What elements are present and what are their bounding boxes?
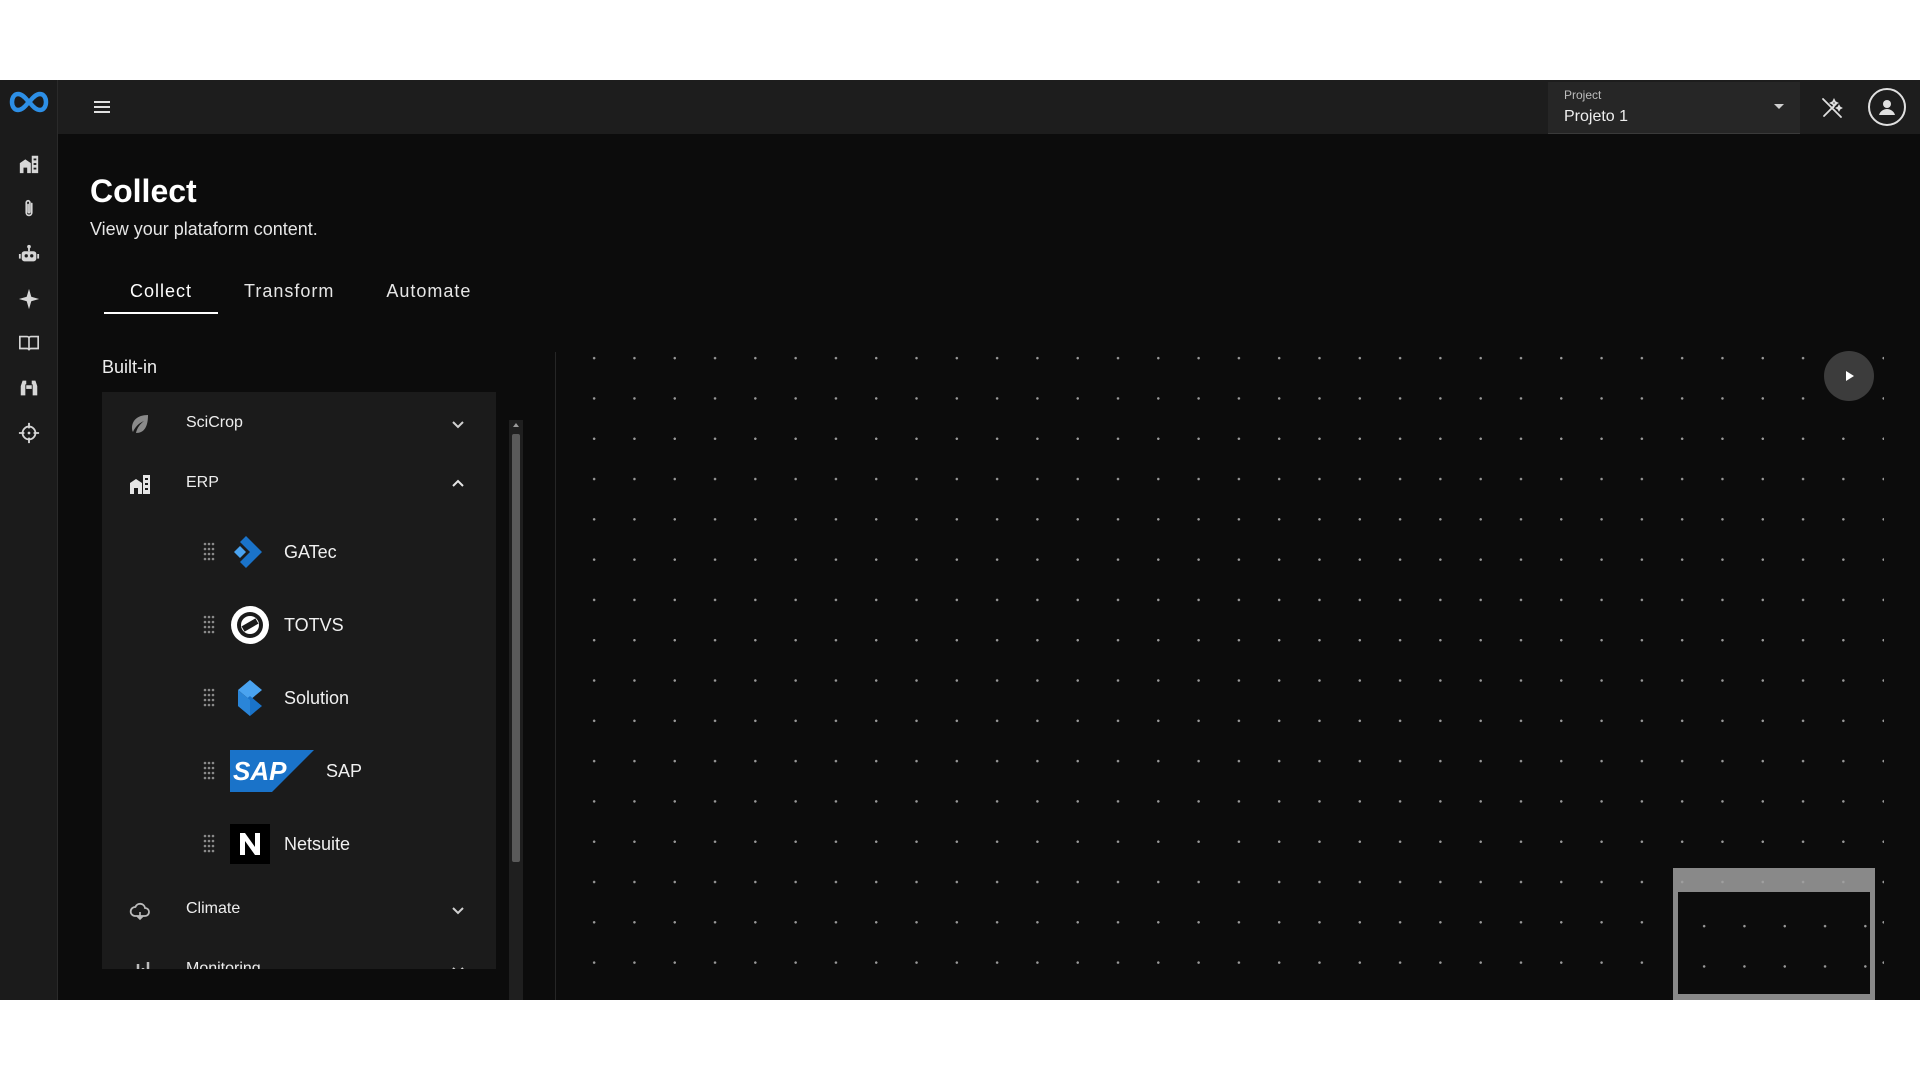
page-subtitle: View your plataform content. xyxy=(90,219,318,239)
project-select[interactable]: Project Projeto 1 xyxy=(1548,82,1800,134)
drag-handle-icon[interactable] xyxy=(202,615,216,635)
book-icon[interactable] xyxy=(17,331,41,355)
crosshair-icon[interactable] xyxy=(17,421,41,445)
connector-totvs[interactable]: TOTVS xyxy=(102,589,496,661)
group-label: Climate xyxy=(186,900,241,917)
connector-label: GATec xyxy=(284,542,337,562)
buildings-icon xyxy=(130,475,150,494)
scroll-up-arrow-icon[interactable] xyxy=(513,423,519,427)
chevron-down-icon[interactable] xyxy=(448,960,468,969)
project-select-value: Projeto 1 xyxy=(1564,108,1629,125)
leaf-icon xyxy=(132,415,148,433)
group-monitoring[interactable]: Monitoring xyxy=(102,940,496,969)
run-button[interactable] xyxy=(1824,351,1874,401)
user-icon xyxy=(1879,100,1895,115)
tab-automate[interactable]: Automate xyxy=(360,270,497,312)
group-label: SciCrop xyxy=(186,414,243,431)
caret-down-icon xyxy=(1774,104,1784,109)
account-button[interactable] xyxy=(1868,88,1906,126)
chevron-down-icon[interactable] xyxy=(448,900,468,920)
drag-handle-icon[interactable] xyxy=(202,542,216,562)
solution-logo xyxy=(238,680,262,716)
drag-handle-icon[interactable] xyxy=(202,688,216,708)
connector-catalog: SciCrop ERP GATec TOTVS Solution SAP SAP… xyxy=(102,392,496,969)
play-icon xyxy=(1846,371,1854,381)
app-window: Project Projeto 1 Collect View your plat… xyxy=(0,80,1920,1000)
project-select-label: Project xyxy=(1564,88,1602,102)
connector-label: TOTVS xyxy=(284,615,344,635)
minimap-viewport[interactable] xyxy=(1678,892,1870,994)
robot-icon[interactable] xyxy=(17,242,41,266)
tab-bar: Collect Transform Automate xyxy=(104,270,497,314)
gatec-logo xyxy=(234,536,262,568)
drag-handle-icon[interactable] xyxy=(202,761,216,781)
section-title: Built-in xyxy=(102,357,158,377)
paperclip-icon[interactable] xyxy=(17,197,41,221)
svg-text:SAP: SAP xyxy=(233,756,287,786)
logo-icon[interactable] xyxy=(6,88,52,116)
chart-icon xyxy=(136,962,150,969)
tab-collect[interactable]: Collect xyxy=(104,270,219,314)
netsuite-logo xyxy=(230,824,270,864)
sap-logo: SAP xyxy=(230,750,314,792)
hamburger-menu-icon[interactable] xyxy=(90,95,114,119)
binoculars-icon[interactable] xyxy=(17,376,41,400)
group-scicrop[interactable]: SciCrop xyxy=(102,394,496,454)
panel-divider xyxy=(555,352,556,1000)
left-nav-rail xyxy=(0,80,58,1000)
chevron-down-icon[interactable] xyxy=(448,414,468,434)
buildings-icon[interactable] xyxy=(17,152,41,176)
cloud-sun-icon xyxy=(129,902,150,921)
magic-off-icon[interactable] xyxy=(1820,96,1844,120)
totvs-logo xyxy=(231,606,269,644)
connector-sap[interactable]: SAP SAP xyxy=(102,735,496,807)
connector-label: Solution xyxy=(284,688,350,708)
connector-solution[interactable]: Solution xyxy=(102,662,496,734)
canvas-minimap[interactable] xyxy=(1673,868,1875,1000)
group-label: ERP xyxy=(186,474,219,491)
connector-gatec[interactable]: GATec xyxy=(102,516,496,588)
group-erp[interactable]: ERP xyxy=(102,454,496,514)
group-label: Monitoring xyxy=(186,960,261,969)
chevron-up-icon[interactable] xyxy=(448,474,468,494)
connector-label: Netsuite xyxy=(284,834,351,854)
group-climate[interactable]: Climate xyxy=(102,880,496,940)
tab-transform[interactable]: Transform xyxy=(218,270,360,312)
connector-label: SAP xyxy=(326,761,363,781)
page-title: Collect xyxy=(90,173,197,209)
top-bar: Project Projeto 1 xyxy=(58,80,1920,134)
drag-handle-icon[interactable] xyxy=(202,834,216,854)
scrollbar-thumb[interactable] xyxy=(512,434,520,862)
catalog-scrollbar[interactable] xyxy=(509,420,523,1000)
sparkle-icon[interactable] xyxy=(17,287,41,311)
connector-netsuite[interactable]: Netsuite xyxy=(102,808,496,880)
